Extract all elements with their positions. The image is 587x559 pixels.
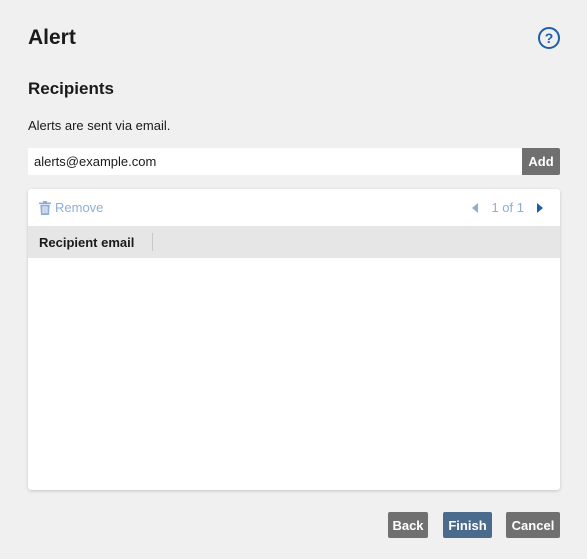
page-indicator: 1 of 1: [491, 200, 524, 215]
back-button[interactable]: Back: [388, 512, 428, 538]
recipients-table-panel: Remove 1 of 1 Recipient email: [28, 189, 560, 490]
table-toolbar: Remove 1 of 1: [28, 189, 560, 227]
pagination: 1 of 1: [469, 200, 546, 215]
dialog-title: Alert: [28, 26, 76, 49]
remove-button[interactable]: Remove: [39, 200, 103, 215]
table-header: Recipient email: [28, 226, 560, 258]
remove-label: Remove: [55, 200, 104, 215]
email-input[interactable]: [28, 148, 522, 175]
help-icon[interactable]: ?: [538, 27, 560, 49]
alert-dialog: Alert ? Recipients Alerts are sent via e…: [0, 0, 587, 559]
cancel-button[interactable]: Cancel: [506, 512, 560, 538]
finish-button[interactable]: Finish: [443, 512, 492, 538]
column-header-recipient-email[interactable]: Recipient email: [39, 235, 134, 250]
caret-left-icon[interactable]: [469, 201, 481, 215]
recipients-description: Alerts are sent via email.: [28, 118, 171, 133]
add-button[interactable]: Add: [522, 148, 560, 175]
caret-right-icon[interactable]: [534, 201, 546, 215]
column-resize-handle[interactable]: [152, 233, 153, 251]
trash-icon: [39, 200, 51, 215]
help-glyph: ?: [544, 30, 554, 46]
recipients-heading: Recipients: [28, 79, 114, 98]
